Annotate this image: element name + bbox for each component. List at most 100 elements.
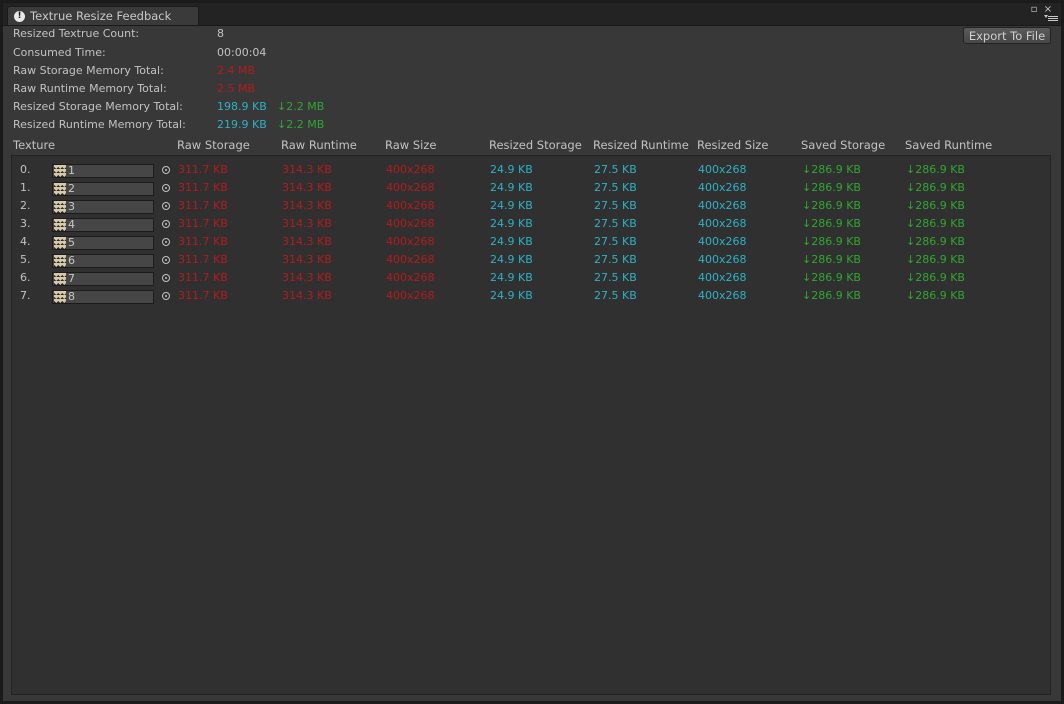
- resized-size-cell: 400x268: [698, 199, 747, 212]
- tab-texture-resize-feedback[interactable]: ! Textrue Resize Feedback: [7, 6, 199, 25]
- saved-runtime-cell: ↓286.9 KB: [906, 253, 965, 266]
- resized-size-cell: 400x268: [698, 235, 747, 248]
- resized-storage-cell: 24.9 KB: [490, 217, 533, 230]
- texture-thumbnail-icon: [54, 219, 66, 231]
- resized-runtime-cell: 27.5 KB: [594, 181, 637, 194]
- count-label: Resized Textrue Count:: [13, 27, 140, 40]
- export-to-file-button[interactable]: Export To File: [963, 27, 1051, 44]
- warning-icon: !: [14, 10, 25, 22]
- resized-runtime-cell: 27.5 KB: [594, 163, 637, 176]
- texture-name: 6: [68, 254, 75, 267]
- object-picker-icon[interactable]: [162, 274, 170, 282]
- texture-object-field[interactable]: 6: [52, 254, 154, 268]
- object-picker-icon[interactable]: [162, 256, 170, 264]
- row-index: 0.: [20, 163, 31, 176]
- texture-thumbnail-icon: [54, 255, 66, 267]
- saved-runtime-cell: ↓286.9 KB: [906, 217, 965, 230]
- raw-runtime-cell: 314.3 KB: [282, 271, 332, 284]
- object-picker-icon[interactable]: [162, 220, 170, 228]
- column-header-raw-storage: Raw Storage: [177, 138, 250, 152]
- object-picker-icon[interactable]: [162, 184, 170, 192]
- raw-runtime-cell: 314.3 KB: [282, 199, 332, 212]
- texture-object-field[interactable]: 5: [52, 236, 154, 250]
- object-picker-icon[interactable]: [162, 238, 170, 246]
- resized-size-cell: 400x268: [698, 271, 747, 284]
- texture-thumbnail-icon: [54, 201, 66, 213]
- window-menu-icon[interactable]: [1044, 15, 1058, 23]
- raw-size-cell: 400x268: [386, 289, 435, 302]
- resized-runtime-cell: 27.5 KB: [594, 271, 637, 284]
- count-value: 8: [217, 27, 224, 40]
- table-row: 3. 4 311.7 KB 314.3 KB 400x268 24.9 KB 27.5 KB…: [12, 216, 1050, 232]
- row-index: 5.: [20, 253, 31, 266]
- row-index: 1.: [20, 181, 31, 194]
- raw-storage-cell: 311.7 KB: [178, 199, 228, 212]
- saved-storage-cell: ↓286.9 KB: [802, 217, 861, 230]
- texture-object-field[interactable]: 7: [52, 272, 154, 286]
- texture-object-field[interactable]: 1: [52, 164, 154, 178]
- raw-storage-cell: 311.7 KB: [178, 253, 228, 266]
- time-value: 00:00:04: [217, 46, 267, 59]
- resized-runtime-saved-value: ↓2.2 MB: [277, 118, 325, 131]
- saved-storage-cell: ↓286.9 KB: [802, 235, 861, 248]
- resized-storage-total-value: 198.9 KB: [217, 100, 267, 113]
- resized-storage-cell: 24.9 KB: [490, 253, 533, 266]
- raw-storage-cell: 311.7 KB: [178, 235, 228, 248]
- raw-runtime-cell: 314.3 KB: [282, 217, 332, 230]
- table-row: 1. 2 311.7 KB 314.3 KB 400x268 24.9 KB 27.5 KB…: [12, 180, 1050, 196]
- column-header-saved-storage: Saved Storage: [801, 138, 886, 152]
- saved-runtime-cell: ↓286.9 KB: [906, 289, 965, 302]
- resized-runtime-cell: 27.5 KB: [594, 235, 637, 248]
- close-icon[interactable]: ×: [1043, 5, 1053, 15]
- resized-runtime-cell: 27.5 KB: [594, 217, 637, 230]
- saved-storage-cell: ↓286.9 KB: [802, 163, 861, 176]
- resized-storage-saved-value: ↓2.2 MB: [277, 100, 325, 113]
- row-index: 3.: [20, 217, 31, 230]
- raw-storage-cell: 311.7 KB: [178, 217, 228, 230]
- column-header-raw-size: Raw Size: [385, 138, 437, 152]
- texture-thumbnail-icon: [54, 183, 66, 195]
- column-header-resized-size: Resized Size: [697, 138, 769, 152]
- texture-list[interactable]: 0. 1 311.7 KB 314.3 KB 400x268 24.9 KB 27.5 KB…: [11, 155, 1051, 695]
- raw-runtime-cell: 314.3 KB: [282, 235, 332, 248]
- raw-runtime-cell: 314.3 KB: [282, 253, 332, 266]
- raw-storage-cell: 311.7 KB: [178, 289, 228, 302]
- saved-storage-cell: ↓286.9 KB: [802, 271, 861, 284]
- saved-runtime-cell: ↓286.9 KB: [906, 199, 965, 212]
- object-picker-icon[interactable]: [162, 292, 170, 300]
- object-picker-icon[interactable]: [162, 202, 170, 210]
- raw-size-cell: 400x268: [386, 199, 435, 212]
- texture-object-field[interactable]: 2: [52, 182, 154, 196]
- resized-storage-cell: 24.9 KB: [490, 199, 533, 212]
- table-row: 4. 5 311.7 KB 314.3 KB 400x268 24.9 KB 27.5 KB…: [12, 234, 1050, 250]
- time-label: Consumed Time:: [13, 46, 106, 59]
- raw-runtime-cell: 314.3 KB: [282, 181, 332, 194]
- texture-name: 5: [68, 236, 75, 249]
- texture-name: 7: [68, 272, 75, 285]
- raw-runtime-cell: 314.3 KB: [282, 289, 332, 302]
- resized-size-cell: 400x268: [698, 253, 747, 266]
- maximize-icon[interactable]: ▫: [1029, 5, 1039, 15]
- table-row: 2. 3 311.7 KB 314.3 KB 400x268 24.9 KB 27.5 KB…: [12, 198, 1050, 214]
- tab-title: Textrue Resize Feedback: [30, 9, 172, 23]
- saved-runtime-cell: ↓286.9 KB: [906, 163, 965, 176]
- resized-storage-cell: 24.9 KB: [490, 235, 533, 248]
- resized-runtime-total-value: 219.9 KB: [217, 118, 267, 131]
- row-index: 2.: [20, 199, 31, 212]
- texture-object-field[interactable]: 4: [52, 218, 154, 232]
- resized-storage-cell: 24.9 KB: [490, 181, 533, 194]
- texture-object-field[interactable]: 3: [52, 200, 154, 214]
- object-picker-icon[interactable]: [162, 166, 170, 174]
- resized-size-cell: 400x268: [698, 181, 747, 194]
- row-index: 7.: [20, 289, 31, 302]
- resized-runtime-cell: 27.5 KB: [594, 253, 637, 266]
- table-row: 6. 7 311.7 KB 314.3 KB 400x268 24.9 KB 27.5 KB…: [12, 270, 1050, 286]
- raw-runtime-total-value: 2.5 MB: [217, 82, 256, 95]
- texture-object-field[interactable]: 8: [52, 290, 154, 304]
- raw-storage-cell: 311.7 KB: [178, 271, 228, 284]
- texture-thumbnail-icon: [54, 165, 66, 177]
- raw-size-cell: 400x268: [386, 253, 435, 266]
- texture-name: 4: [68, 218, 75, 231]
- texture-name: 1: [68, 164, 75, 177]
- resized-storage-cell: 24.9 KB: [490, 289, 533, 302]
